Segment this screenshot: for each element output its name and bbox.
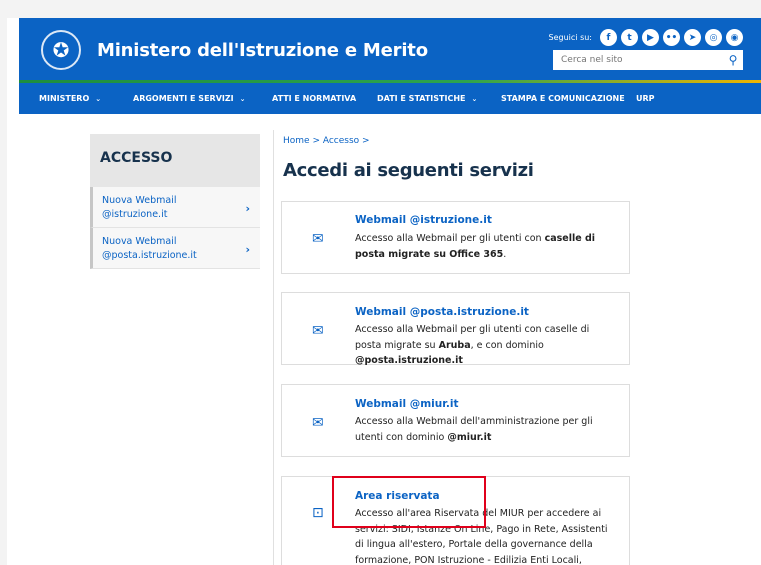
nav-item-stampa[interactable]: STAMPA E COMUNICAZIONE [501, 94, 625, 103]
card-description: Accesso alla Webmail per gli utenti con … [355, 322, 617, 369]
emblem-icon: ✪ [41, 30, 81, 70]
nav-label: MINISTERO [39, 94, 90, 103]
highlight-box [332, 476, 486, 528]
desc-bold: @miur.it [447, 431, 492, 443]
service-card-webmail-posta[interactable]: ✉ Webmail @posta.istruzione.it Accesso a… [281, 292, 630, 366]
sidebar-item-webmail-istruzione[interactable]: Nuova Webmail @istruzione.it › [90, 187, 260, 228]
search-box: ⚲ [553, 50, 743, 70]
nav-item-atti[interactable]: ATTI E NORMATIVA [272, 94, 356, 103]
sidebar-item-line: Nuova Webmail [102, 236, 177, 247]
nav-item-dati[interactable]: DATI E STATISTICHE ⌄ [377, 94, 477, 103]
envelope-icon: ✉ [312, 231, 324, 247]
envelope-icon: ✉ [312, 323, 324, 339]
service-card-webmail-istruzione[interactable]: ✉ Webmail @istruzione.it Accesso alla We… [281, 201, 630, 274]
instagram-icon[interactable]: ◎ [705, 29, 722, 46]
podcast-icon[interactable]: ◉ [726, 29, 743, 46]
nav-label: DATI E STATISTICHE [377, 94, 466, 103]
breadcrumb[interactable]: Home > Accesso > [283, 136, 370, 146]
envelope-icon: ✉ [312, 415, 324, 431]
card-title[interactable]: Webmail @istruzione.it [355, 214, 492, 226]
nav-label: ARGOMENTI E SERVIZI [133, 94, 234, 103]
chevron-down-icon: ⌄ [95, 94, 102, 103]
twitter-icon[interactable]: t [621, 29, 638, 46]
nav-label: URP [636, 94, 655, 103]
chevron-right-icon: › [245, 242, 250, 256]
search-icon[interactable]: ⚲ [723, 53, 743, 67]
chevron-down-icon: ⌄ [239, 94, 246, 103]
card-description: Accesso alla Webmail per gli utenti con … [355, 231, 617, 262]
column-divider [273, 130, 274, 565]
desc-text: , e con dominio [470, 339, 544, 351]
sidebar-item-line: Nuova Webmail [102, 195, 177, 206]
sidebar-item-line: @istruzione.it [102, 209, 168, 220]
nav-item-ministero[interactable]: MINISTERO ⌄ [39, 94, 101, 103]
page-frame: ✪ Ministero dell'Istruzione e Merito Seg… [7, 18, 761, 565]
card-description: Accesso alla Webmail dell'amministrazion… [355, 414, 617, 445]
card-title[interactable]: Webmail @posta.istruzione.it [355, 306, 529, 318]
service-card-webmail-miur[interactable]: ✉ Webmail @miur.it Accesso alla Webmail … [281, 384, 630, 457]
chevron-down-icon: ⌄ [471, 94, 478, 103]
card-title[interactable]: Webmail @miur.it [355, 398, 459, 410]
desc-bold: @posta.istruzione.it [355, 355, 463, 366]
nav-item-urp[interactable]: URP [636, 94, 655, 103]
flickr-icon[interactable]: •• [663, 29, 680, 46]
social-label: Seguici su: [548, 33, 592, 42]
telegram-icon[interactable]: ➤ [684, 29, 701, 46]
brand[interactable]: ✪ Ministero dell'Istruzione e Merito [41, 30, 428, 70]
sidebar-item-webmail-posta[interactable]: Nuova Webmail @posta.istruzione.it › [90, 228, 260, 269]
nav-item-argomenti[interactable]: ARGOMENTI E SERVIZI ⌄ [133, 94, 246, 103]
facebook-icon[interactable]: f [600, 29, 617, 46]
youtube-icon[interactable]: ▶ [642, 29, 659, 46]
site-header: ✪ Ministero dell'Istruzione e Merito Seg… [19, 18, 761, 114]
chevron-right-icon: › [245, 201, 250, 215]
desc-text: . [503, 248, 507, 260]
nav-label: STAMPA E COMUNICAZIONE [501, 94, 625, 103]
page-title: Accedi ai seguenti servizi [283, 160, 534, 181]
sidebar-item-line: @posta.istruzione.it [102, 250, 197, 261]
sidebar-item-label: Nuova Webmail @istruzione.it [102, 194, 222, 222]
main-nav: MINISTERO ⌄ ARGOMENTI E SERVIZI ⌄ ATTI E N… [19, 83, 761, 114]
desc-text: Accesso alla Webmail per gli utenti con [355, 233, 545, 244]
sidebar-item-label: Nuova Webmail @posta.istruzione.it [102, 235, 222, 263]
desc-bold: Aruba [438, 339, 471, 351]
site-title[interactable]: Ministero dell'Istruzione e Merito [97, 40, 428, 61]
search-input[interactable] [553, 55, 723, 65]
sidebar-title: ACCESSO [90, 134, 260, 187]
nav-label: ATTI E NORMATIVA [272, 94, 357, 103]
lock-icon: ⊡ [312, 505, 324, 521]
social-links: Seguici su: f t ▶ •• ➤ ◎ ◉ [549, 29, 743, 46]
sidebar: ACCESSO Nuova Webmail @istruzione.it › N… [90, 134, 260, 269]
